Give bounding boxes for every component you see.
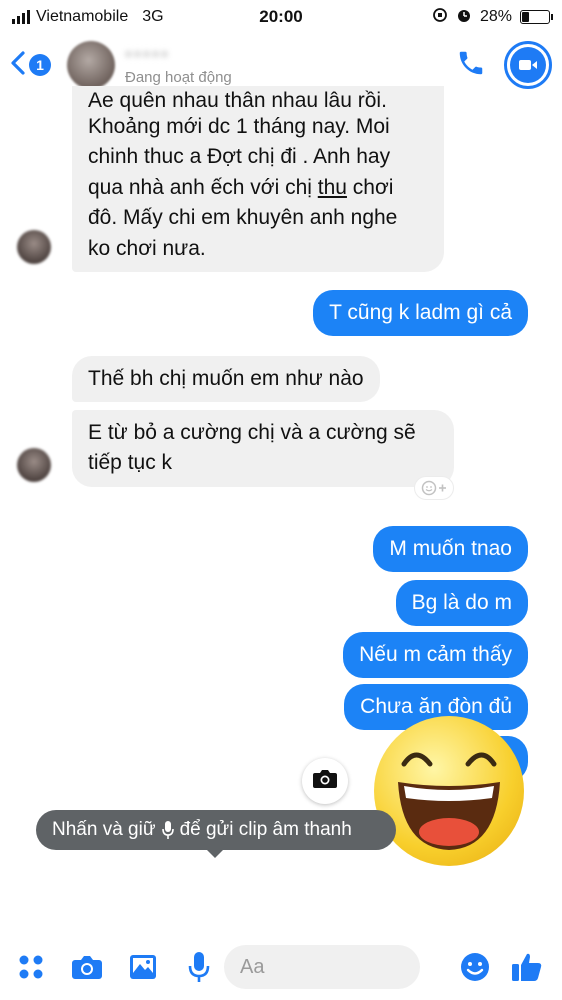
composer-bar [0,942,562,992]
battery-percent: 28% [479,8,512,25]
sender-avatar[interactable] [17,230,51,264]
unread-count-badge: 1 [29,54,51,76]
message-text: chơi [346,175,394,199]
message-line: qua nhà anh ếch với chị thu chơi [88,173,428,203]
status-left: Vietnamobile 3G [12,8,212,26]
clock: 20:00 [259,7,303,26]
alarm-icon [456,7,472,28]
emoji-icon[interactable] [458,950,492,984]
back-button[interactable]: 1 [10,50,51,81]
outgoing-message[interactable]: M muốn tnao [373,526,528,573]
laughing-emoji-sticker[interactable] [374,716,524,866]
message-input[interactable] [224,945,420,989]
contact-avatar[interactable] [67,41,115,89]
outgoing-message[interactable]: Bg là do m [395,580,528,627]
voice-clip-tooltip: Nhấn và giữ để gửi clip âm thanh [36,810,396,850]
microphone-icon[interactable] [182,950,216,984]
message-line: Ae quên nhau thân nhau lâu rồi. [88,89,387,112]
status-right: 28% [350,7,553,28]
message-line: ko chơi nưa. [88,236,206,260]
status-bar: Vietnamobile 3G 20:00 28% [0,0,562,34]
network-type: 3G [142,8,164,25]
incoming-message[interactable]: Thế bh chị muốn em như nào [72,356,380,403]
apps-grid-icon[interactable] [14,950,48,984]
back-chevron-icon [10,50,26,81]
message-line: Khoảng mới dc 1 tháng nay. Moi [88,115,390,138]
contact-name: ••••• [125,44,171,66]
microphone-icon [161,820,174,840]
camera-icon[interactable] [70,950,104,984]
outgoing-message[interactable]: T cũng k ladm gì cả [313,290,528,337]
message-link[interactable]: thu [318,176,347,199]
incoming-message[interactable]: Ae quên nhau thân nhau lâu rồi. Khoảng m… [72,86,444,273]
incoming-message[interactable]: E từ bỏ a cường chị và a cường sẽ tiếp t… [72,410,454,487]
tooltip-text: Nhấn và giữ [52,819,156,840]
thumbs-up-icon[interactable] [510,950,544,984]
message-line: đô. Mấy chi em khuyên anh nghe [88,206,398,230]
sender-avatar[interactable] [17,448,51,482]
rotation-lock-icon [432,7,448,28]
message-line: chinh thuc a Đợt chị đi . Anh hay [88,145,391,169]
camera-icon [312,768,338,795]
video-call-icon [510,47,546,83]
message-line: E từ bỏ a cường chị và a cường sẽ [88,421,416,444]
camera-button[interactable] [302,758,348,804]
header-actions [456,41,552,89]
tooltip-arrow [206,849,224,858]
video-call-button[interactable] [504,41,552,89]
message-text: qua nhà anh ếch với chị [88,175,318,199]
message-line: tiếp tục k [88,451,173,475]
phone-icon[interactable] [456,48,486,83]
battery-fill [522,12,530,22]
contact-info[interactable]: ••••• Đang hoạt động [125,44,232,86]
signal-strength-icon [12,10,30,24]
presence-status: Đang hoạt động [125,69,232,86]
battery-icon [520,10,553,24]
image-gallery-icon[interactable] [126,950,160,984]
add-reaction-icon[interactable] [414,476,454,500]
tooltip-text: để gửi clip âm thanh [179,819,352,840]
outgoing-message[interactable]: Nếu m cảm thấy [343,632,528,679]
carrier-name: Vietnamobile [36,8,129,25]
